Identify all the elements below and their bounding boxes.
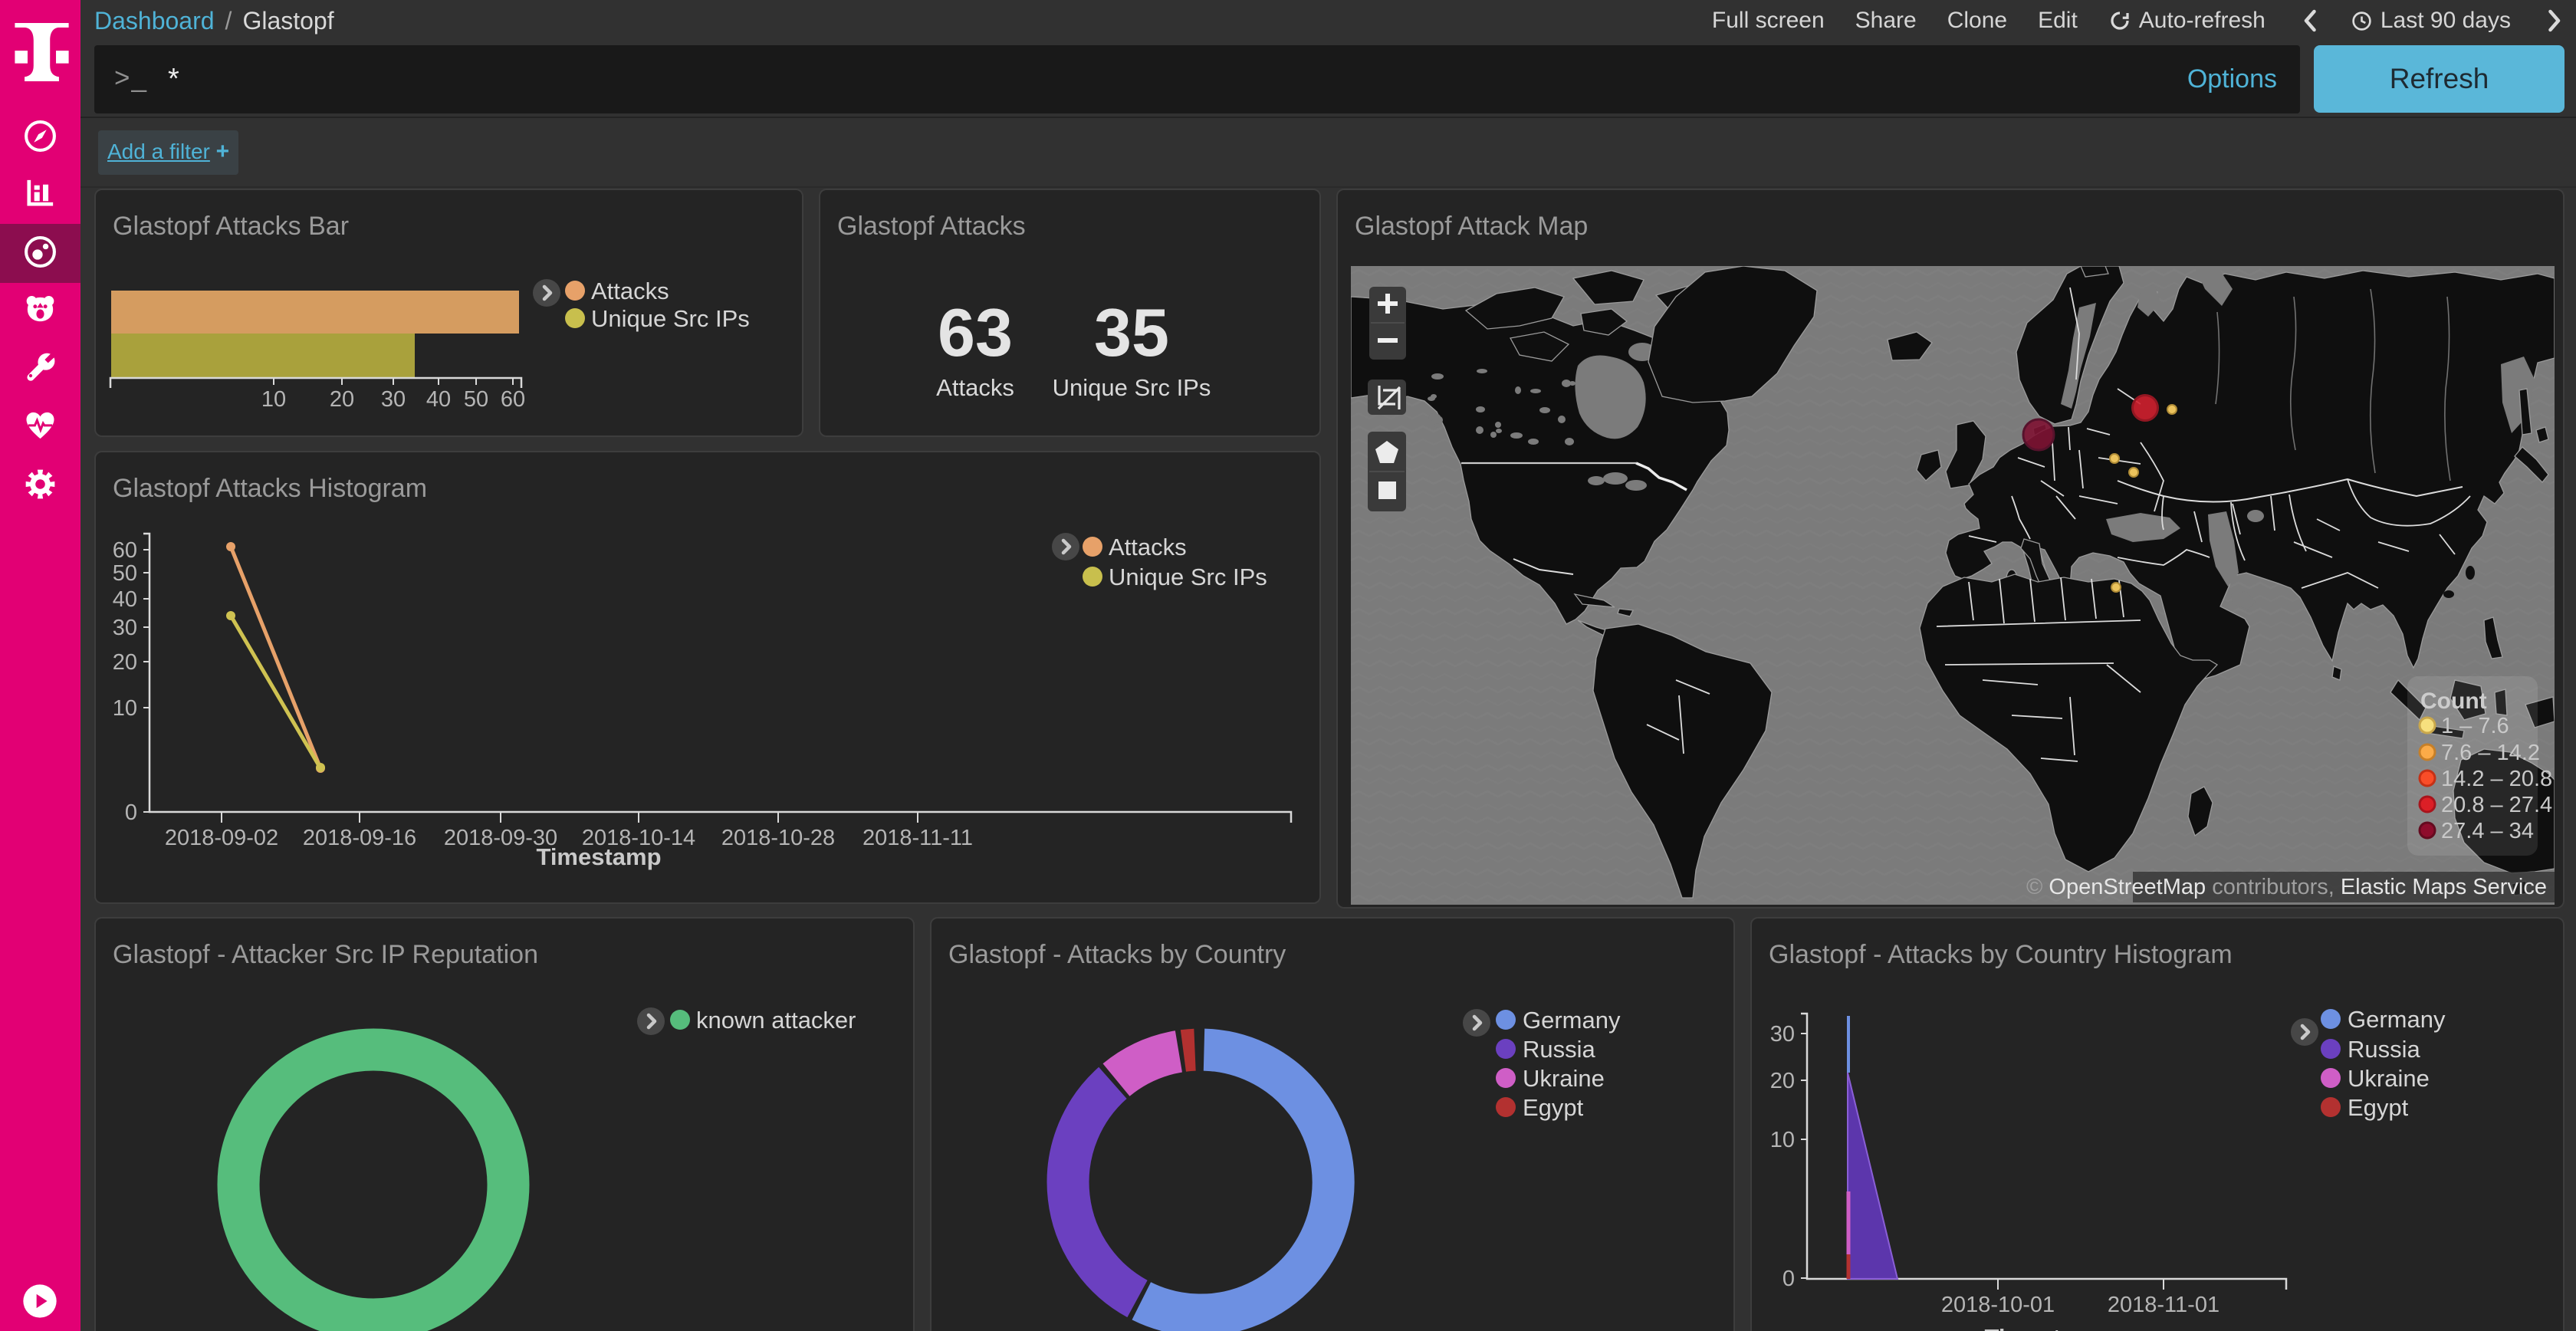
svg-text:2018-10-28: 2018-10-28 (721, 826, 835, 850)
svg-text:20.8 – 27.4: 20.8 – 27.4 (2441, 793, 2552, 817)
svg-text:60: 60 (501, 387, 525, 412)
svg-text:0: 0 (125, 800, 137, 825)
svg-text:2018-09-16: 2018-09-16 (303, 826, 416, 850)
svg-text:Timestamp: Timestamp (536, 843, 661, 870)
svg-text:10: 10 (261, 387, 286, 412)
svg-text:20: 20 (1770, 1069, 1795, 1093)
svg-text:1 – 7.6: 1 – 7.6 (2441, 714, 2509, 738)
svg-text:Unique Src IPs: Unique Src IPs (591, 305, 750, 332)
svg-text:2018-11-11: 2018-11-11 (863, 826, 973, 850)
svg-text:30: 30 (381, 387, 406, 412)
svg-text:Germany: Germany (2348, 1006, 2446, 1033)
svg-text:Egypt: Egypt (1523, 1094, 1584, 1121)
svg-text:50: 50 (113, 561, 137, 586)
svg-text:14.2 – 20.8: 14.2 – 20.8 (2441, 767, 2552, 791)
svg-text:Egypt: Egypt (2348, 1094, 2409, 1121)
svg-text:Timestamp: Timestamp (1984, 1324, 2109, 1331)
svg-text:60: 60 (113, 538, 137, 563)
svg-text:40: 40 (426, 387, 451, 412)
svg-text:40: 40 (113, 587, 137, 612)
svg-text:© OpenStreetMap contributors,: © OpenStreetMap contributors, Elastic Ma… (2026, 875, 2547, 899)
svg-text:Ukraine: Ukraine (1523, 1065, 1605, 1092)
svg-text:Russia: Russia (1523, 1036, 1596, 1063)
svg-text:known attacker: known attacker (696, 1007, 856, 1034)
svg-text:20: 20 (330, 387, 354, 412)
svg-text:20: 20 (113, 650, 137, 675)
svg-text:30: 30 (113, 616, 137, 640)
svg-text:Count: Count (2420, 689, 2487, 714)
svg-text:Germany: Germany (1523, 1007, 1621, 1034)
svg-text:2018-10-01: 2018-10-01 (1941, 1293, 2055, 1317)
svg-text:7.6 – 14.2: 7.6 – 14.2 (2441, 741, 2540, 765)
svg-text:Ukraine: Ukraine (2348, 1065, 2430, 1092)
svg-text:27.4 – 34: 27.4 – 34 (2441, 819, 2534, 843)
svg-text:Attacks: Attacks (591, 278, 669, 304)
svg-text:Russia: Russia (2348, 1036, 2421, 1063)
svg-text:2018-09-02: 2018-09-02 (165, 826, 278, 850)
svg-text:50: 50 (464, 387, 488, 412)
svg-text:Unique Src IPs: Unique Src IPs (1109, 564, 1267, 590)
svg-text:0: 0 (1783, 1267, 1795, 1291)
svg-text:Attacks: Attacks (1109, 534, 1187, 560)
svg-text:2018-11-01: 2018-11-01 (2108, 1293, 2220, 1317)
svg-text:30: 30 (1770, 1022, 1795, 1047)
svg-text:10: 10 (1770, 1128, 1795, 1152)
svg-text:10: 10 (113, 696, 137, 721)
